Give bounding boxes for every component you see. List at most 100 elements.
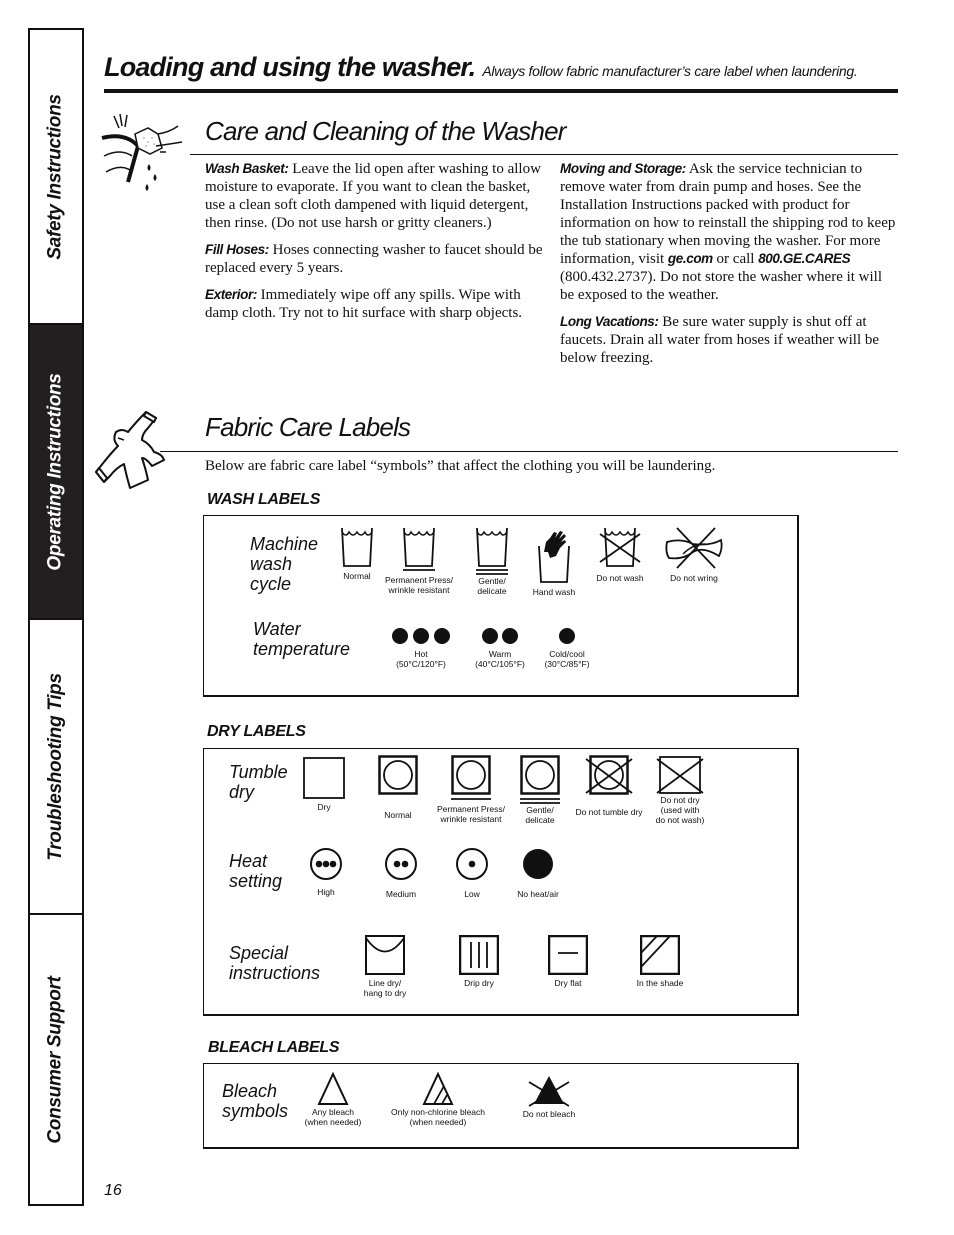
page-subtitle: Always follow fabric manufacturer’s care… [482,63,858,79]
symbol-caption: Drip dry [464,978,494,988]
washtub-normal-icon [341,527,373,567]
care-right-column: Moving and Storage: Ask the service tech… [560,160,896,376]
symbol-caption: Medium [385,889,417,899]
symbol-caption: Any bleach (when needed) [304,1107,362,1127]
tab-safety-instructions[interactable]: Safety Instructions [30,30,82,325]
tumble-normal-icon [378,755,418,795]
symbol-caption: Dry flat [554,978,582,988]
heat-medium-icon [385,848,417,880]
washtub-gentle-icon [476,527,508,575]
symbol-caption: Do not dry (used with do not wash) [655,795,705,825]
wash-symbol-do-not-wring: Do not wring [658,526,730,583]
care-left-column: Wash Basket: Leave the lid open after wa… [205,160,547,331]
bleach-do-not: Do not bleach [516,1074,582,1119]
tab-consumer-support[interactable]: Consumer Support [30,915,82,1204]
drip-dry-icon [459,935,499,975]
long-vacations-paragraph: Long Vacations: Be sure water supply is … [560,313,896,367]
symbol-caption: Cold/cool (30°C/85°F) [544,649,590,669]
symbol-caption: Do not tumble dry [575,807,643,817]
any-bleach-icon [317,1072,349,1105]
symbol-caption: Warm (40°C/105°F) [475,649,525,669]
wash-symbol-normal: Normal [337,526,377,581]
symbol-caption: No heat/air [517,889,559,899]
wash-symbol-permanent-press: Permanent Press/ wrinkle resistant [384,526,454,595]
symbol-caption: Only non-chlorine bleach (when needed) [390,1107,486,1127]
paragraph-lead: Long Vacations: [560,314,659,329]
do-not-wash-icon [599,527,641,567]
symbol-caption: Gentle/ delicate [525,805,555,825]
washtub-permanent-press-icon [403,527,435,571]
wash-basket-paragraph: Wash Basket: Leave the lid open after wa… [205,160,547,232]
bleach-labels-box: Bleach symbols Any bleach (when needed) … [203,1063,799,1149]
fill-hoses-paragraph: Fill Hoses: Hoses connecting washer to f… [205,241,547,277]
symbol-caption: Gentle/ delicate [477,576,507,596]
moving-storage-paragraph: Moving and Storage: Ask the service tech… [560,160,896,304]
section-title-fabric: Fabric Care Labels [205,412,411,442]
dry-symbol-do-not-tumble-dry: Do not tumble dry [572,755,646,817]
fabric-intro-text: Below are fabric care label “symbols” th… [205,458,716,474]
symbol-caption: Normal [384,810,412,820]
temp-warm: Warm (40°C/105°F) [470,626,530,669]
tumble-gentle-icon [520,755,560,804]
dry-symbol-gentle: Gentle/ delicate [519,755,561,825]
paragraph-text: or call [712,251,759,267]
dry-symbol-permanent-press: Permanent Press/ wrinkle resistant [435,755,507,824]
symbol-caption: Low [464,889,480,899]
symbol-caption: Hot (50°C/120°F) [396,649,446,669]
do-not-dry-icon [656,756,704,794]
bleach-any: Any bleach (when needed) [300,1072,366,1127]
two-dots-warm-icon [482,628,518,644]
no-heat-icon [523,849,553,879]
symbol-caption: Permanent Press/ wrinkle resistant [384,575,454,595]
special-in-the-shade: In the shade [632,935,688,988]
page-number: 16 [104,1182,122,1199]
paragraph-lead: Fill Hoses: [205,242,269,257]
symbol-caption: Do not wash [596,573,644,583]
section-title-care: Care and Cleaning of the Washer [205,116,566,146]
special-dry-flat: Dry flat [548,935,588,988]
tumble-dry-label: Tumble dry [229,762,288,802]
dry-in-shade-icon [640,935,680,975]
symbol-caption: Do not wring [670,573,718,583]
wash-symbol-gentle: Gentle/ delicate [472,526,512,596]
tumble-permanent-press-icon [451,755,491,800]
dry-symbol-normal: Normal [378,755,418,820]
tab-label: Consumer Support [45,975,67,1144]
special-instructions-label: Special instructions [229,943,321,983]
tab-troubleshooting-tips[interactable]: Troubleshooting Tips [30,620,82,915]
symbol-caption: Permanent Press/ wrinkle resistant [436,804,506,824]
ge-com-link[interactable]: ge.com [668,251,713,266]
paragraph-lead: Exterior: [205,287,257,302]
shirt-icon [95,411,165,489]
wash-labels-box: Machine wash cycle Normal Permanent Pres… [203,515,799,697]
paragraph-lead: Wash Basket: [205,161,289,176]
ge-cares-phone-link[interactable]: 800.GE.CARES [758,251,850,266]
tab-label: Operating Instructions [45,372,67,571]
one-dot-cold-icon [559,628,575,644]
symbol-caption: In the shade [636,978,684,988]
symbol-caption: Hand wash [532,587,576,597]
section-tabs: Safety Instructions Operating Instructio… [28,28,84,1206]
non-chlorine-bleach-icon [422,1072,454,1105]
line-dry-icon [365,935,405,975]
header-rule [104,89,898,93]
do-not-tumble-dry-icon [585,755,633,795]
machine-wash-cycle-label: Machine wash cycle [250,534,319,594]
paragraph-text: (800.432.2737). Do not store the washer … [560,269,883,303]
exterior-paragraph: Exterior: Immediately wipe off any spill… [205,286,547,322]
bleach-labels-heading: BLEACH LABELS [208,1039,340,1056]
dry-square-icon [303,757,345,799]
special-drip-dry: Drip dry [458,935,500,988]
heat-low: Low [454,847,490,899]
wash-symbol-do-not-wash: Do not wash [590,526,650,583]
special-line-dry: Line dry/ hang to dry [360,935,410,998]
do-not-wring-icon [665,527,723,569]
sponge-cleaning-icon [101,113,183,191]
temp-hot: Hot (50°C/120°F) [384,626,458,669]
wash-symbol-hand-wash: Hand wash [532,528,576,597]
wash-labels-heading: WASH LABELS [207,491,321,508]
heat-medium: Medium [380,847,422,899]
do-not-bleach-icon [528,1076,570,1107]
symbol-caption: High [317,887,335,897]
tab-operating-instructions[interactable]: Operating Instructions [30,325,82,620]
